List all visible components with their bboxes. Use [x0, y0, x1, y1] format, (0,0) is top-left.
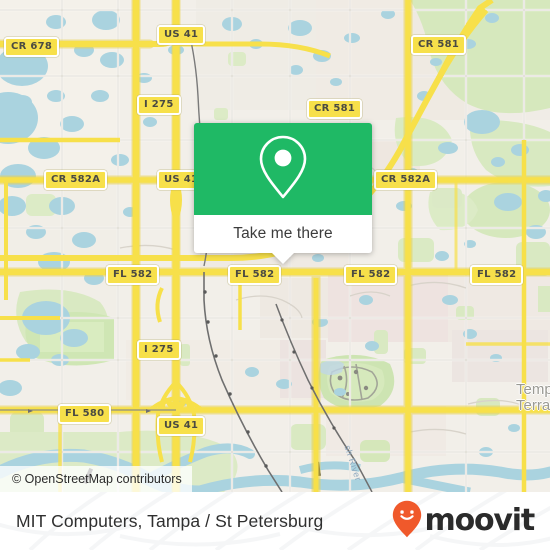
- osm-attribution: © OpenStreetMap contributors: [0, 466, 192, 492]
- road-shield: FL 582: [344, 265, 398, 285]
- road-shield: US 41: [157, 25, 206, 45]
- road-shield: FL 582: [228, 265, 282, 285]
- road-shield: CR 678: [4, 37, 60, 57]
- road-shield: CR 582A: [374, 170, 438, 190]
- road-shield: I 275: [137, 95, 181, 115]
- moovit-map-page: CR 678 US 41 CR 581 I 275 CR 581 CR 582A…: [0, 0, 550, 550]
- moovit-brand[interactable]: moovit: [392, 492, 536, 550]
- popup-header: [194, 123, 372, 215]
- place-label-temple: Temple: [516, 381, 550, 398]
- road-shield: FL 580: [58, 404, 112, 424]
- attribution-text: © OpenStreetMap contributors: [12, 472, 182, 486]
- footer-place-title: MIT Computers, Tampa / St Petersburg: [16, 492, 323, 550]
- moovit-wordmark: moovit: [424, 503, 536, 538]
- road-shield: CR 582A: [44, 170, 108, 190]
- road-shield: CR 581: [307, 99, 363, 119]
- road-shield: FL 582: [106, 265, 160, 285]
- popup-footer[interactable]: Take me there: [194, 215, 372, 264]
- place-label-terrace: Terrace: [516, 397, 550, 414]
- page-footer: MIT Computers, Tampa / St Petersburg moo…: [0, 492, 550, 550]
- location-popup-card[interactable]: Take me there: [194, 123, 372, 264]
- road-shield: CR 581: [411, 35, 467, 55]
- road-shield: FL 582: [470, 265, 524, 285]
- road-shield: US 41: [157, 416, 206, 436]
- footer-title-text: MIT Computers, Tampa / St Petersburg: [16, 510, 324, 531]
- take-me-there-label: Take me there: [233, 225, 333, 242]
- moovit-pin-smile-icon: [392, 500, 422, 543]
- location-pin-icon: [257, 134, 309, 205]
- road-shield: I 275: [137, 340, 181, 360]
- popup-pointer-tail: [271, 252, 295, 264]
